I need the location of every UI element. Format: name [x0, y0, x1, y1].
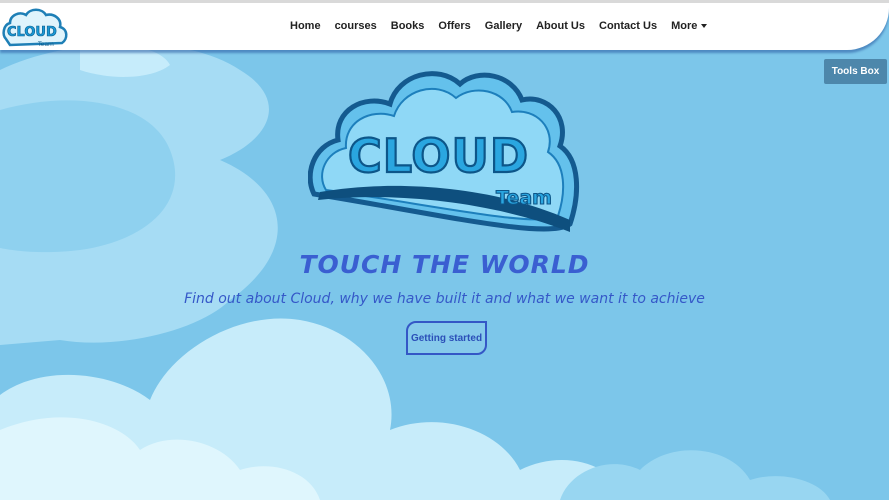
nav-item-more[interactable]: More — [664, 18, 714, 34]
hero-title: TOUCH THE WORLD — [299, 250, 590, 279]
hero-logo: CLOUD Team — [308, 71, 580, 232]
nav-item-about-us[interactable]: About Us — [529, 18, 592, 34]
svg-text:Team: Team — [496, 187, 552, 209]
main-nav: Home courses Books Offers Gallery About … — [283, 18, 714, 34]
svg-text:Team: Team — [37, 41, 54, 48]
nav-item-courses[interactable]: courses — [328, 18, 384, 34]
tools-box-button[interactable]: Tools Box — [824, 59, 887, 84]
nav-item-contact-us[interactable]: Contact Us — [592, 18, 664, 34]
hero-subtitle: Find out about Cloud, why we have built … — [184, 291, 705, 307]
nav-item-books[interactable]: Books — [384, 18, 432, 34]
svg-text:CLOUD: CLOUD — [7, 25, 57, 40]
navbar: CLOUD Team Home courses Books Offers Gal… — [0, 3, 889, 50]
nav-item-offers[interactable]: Offers — [431, 18, 477, 34]
top-border — [0, 0, 889, 3]
caret-down-icon — [701, 24, 708, 29]
svg-text:CLOUD: CLOUD — [348, 129, 529, 183]
nav-item-home[interactable]: Home — [283, 18, 328, 34]
nav-item-gallery[interactable]: Gallery — [478, 18, 529, 34]
brand-logo[interactable]: CLOUD Team — [0, 5, 70, 50]
nav-item-more-label: More — [671, 20, 698, 32]
getting-started-button[interactable]: Getting started — [406, 321, 487, 355]
